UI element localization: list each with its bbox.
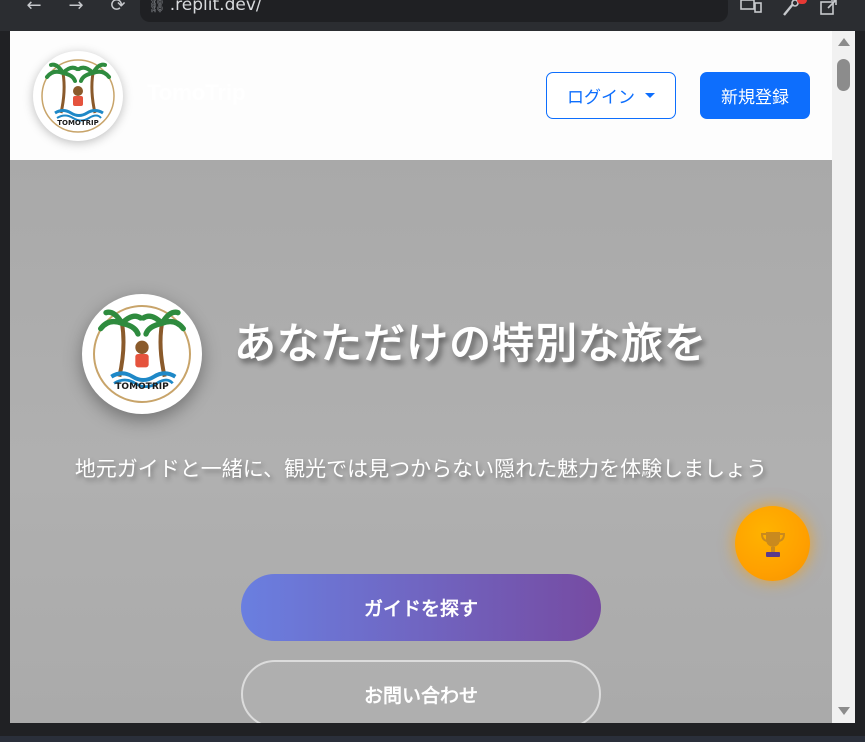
back-button[interactable]: ←: [22, 0, 46, 18]
open-external-icon[interactable]: [818, 0, 840, 18]
scroll-thumb[interactable]: [837, 59, 850, 91]
tomotrip-logo-icon: [41, 59, 115, 133]
scroll-up-icon[interactable]: [838, 38, 850, 46]
login-label: ログイン: [567, 88, 635, 108]
tomotrip-logo-icon: [93, 305, 191, 403]
reload-icon: ⟳: [110, 0, 126, 16]
find-guide-button[interactable]: ガイドを探す: [241, 574, 601, 641]
forward-icon: →: [68, 0, 84, 16]
hero-logo: TOMOTRIP: [82, 294, 202, 414]
header-logo-text: TOMOTRIP: [57, 119, 99, 127]
hero-logo-text: TOMOTRIP: [115, 382, 169, 392]
find-guide-label: ガイドを探す: [363, 598, 478, 620]
page-viewport: TOMOTRIP TomoTrip ログイン 新規登録 TOMOTRIP あなた…: [10, 31, 855, 723]
device-toolbar-icon[interactable]: [740, 0, 762, 18]
contact-label: お問い合わせ: [363, 684, 478, 707]
hero-title: あなただけの特別な旅を: [234, 319, 708, 368]
header-logo[interactable]: TOMOTRIP: [33, 51, 123, 141]
trophy-button[interactable]: [735, 506, 810, 581]
hero-section: TOMOTRIP あなただけの特別な旅を 地元ガイドと一緒に、観光では見つからな…: [10, 160, 832, 723]
signup-button[interactable]: 新規登録: [700, 72, 810, 119]
link-icon: ⛓: [148, 0, 166, 14]
browser-toolbar: ← → ⟳ ⛓ .replit.dev/: [0, 0, 865, 31]
site-name[interactable]: TomoTrip: [147, 80, 246, 106]
notification-badge: [797, 0, 807, 4]
scroll-down-icon[interactable]: [838, 707, 850, 715]
hero-subtitle: 地元ガイドと一緒に、観光では見つからない隠れた魅力を体験しましょう: [74, 457, 768, 481]
reload-button[interactable]: ⟳: [106, 0, 130, 18]
contact-button[interactable]: お問い合わせ: [241, 660, 601, 723]
back-icon: ←: [26, 0, 42, 16]
forward-button[interactable]: →: [64, 0, 88, 18]
site-header: TOMOTRIP TomoTrip ログイン 新規登録: [10, 31, 832, 160]
caret-down-icon: [645, 93, 655, 98]
address-bar[interactable]: ⛓ .replit.dev/: [140, 0, 728, 22]
login-dropdown-button[interactable]: ログイン: [546, 72, 676, 119]
os-taskbar: [0, 736, 865, 742]
page-content: TOMOTRIP TomoTrip ログイン 新規登録 TOMOTRIP あなた…: [10, 31, 832, 723]
url-text: .replit.dev/: [169, 0, 262, 15]
trophy-icon: [760, 531, 785, 557]
page-scrollbar[interactable]: [832, 31, 855, 723]
signup-label: 新規登録: [721, 88, 789, 108]
